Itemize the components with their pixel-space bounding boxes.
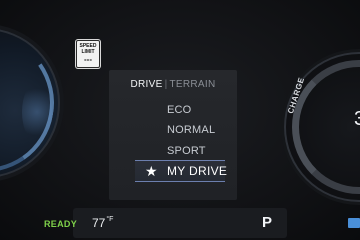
tab-terrain[interactable]: TERRAIN: [169, 79, 215, 90]
right-edge-indicator: [348, 218, 360, 228]
temperature-value: 77: [92, 216, 106, 230]
charge-gauge: CHARGE 3: [284, 52, 360, 202]
outside-temperature: 77°F: [92, 216, 113, 230]
ready-indicator: READY: [44, 219, 78, 229]
speed-limit-sign-icon: SPEED LIMIT ---: [76, 40, 100, 68]
charge-gauge-value-clip: 3: [284, 52, 360, 202]
mode-option-my-drive[interactable]: ★ MY DRIVE: [135, 160, 228, 182]
speed-limit-value: ---: [84, 55, 92, 64]
gear-indicator: P: [262, 214, 273, 231]
power-gauge-glow: [22, 82, 52, 142]
drive-mode-panel: DRIVE | TERRAIN ECO NORMAL SPORT ★ MY DRIV…: [109, 70, 237, 200]
tab-drive[interactable]: DRIVE: [131, 79, 163, 90]
power-gauge: [0, 23, 65, 183]
instrument-cluster: CHARGE 3 SPEED LIMIT --- DRIVE | TERRAIN E…: [0, 0, 360, 240]
mode-option-my-drive-label: MY DRIVE: [167, 164, 228, 178]
drive-mode-tabs: DRIVE | TERRAIN: [109, 79, 237, 90]
star-icon: ★: [145, 163, 158, 179]
mode-option-eco[interactable]: ECO: [167, 104, 191, 116]
tab-separator: |: [164, 79, 168, 90]
charge-gauge-value: 3: [354, 108, 360, 130]
temperature-unit: °F: [106, 216, 114, 223]
mode-option-normal[interactable]: NORMAL: [167, 124, 215, 136]
mode-option-sport[interactable]: SPORT: [167, 145, 206, 157]
